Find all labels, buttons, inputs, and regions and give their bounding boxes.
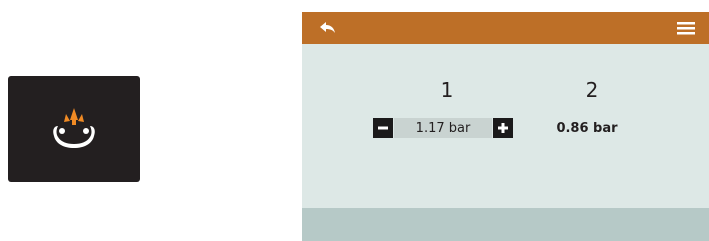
zone-2-number: 2 xyxy=(585,78,599,102)
hamburger-menu-icon xyxy=(677,22,695,35)
zone-1-number: 1 xyxy=(440,78,454,102)
back-button[interactable] xyxy=(318,19,338,37)
plus-icon xyxy=(498,123,508,133)
tire-pressure-icon xyxy=(53,108,95,148)
header-bar xyxy=(302,12,709,44)
decrease-pressure-button[interactable] xyxy=(373,118,393,138)
footer-band xyxy=(302,208,709,241)
pressure-panel: 1 1.17 bar 2 0.86 bar xyxy=(302,12,709,241)
minus-icon xyxy=(378,126,388,130)
zone-1-pressure-value: 1.17 bar xyxy=(394,118,492,138)
increase-pressure-button[interactable] xyxy=(493,118,513,138)
menu-button[interactable] xyxy=(677,20,695,36)
zone-2-pressure-value: 0.86 bar xyxy=(556,120,618,136)
back-arrow-icon xyxy=(320,22,335,33)
tire-pressure-app-icon xyxy=(8,76,140,182)
